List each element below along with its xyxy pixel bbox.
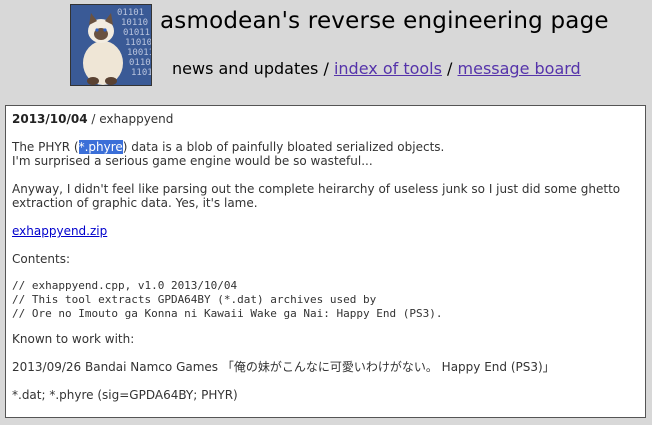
svg-text:11010: 11010 — [125, 38, 151, 48]
post-name: exhappyend — [99, 112, 174, 126]
nav-current: news and updates — [172, 59, 319, 78]
post-text: The PHYR ( — [12, 140, 79, 154]
nav-link-message-board[interactable]: message board — [458, 59, 581, 78]
cat-logo-image: 01101 10110 01011 11010 10011 01101 1101… — [71, 5, 151, 85]
top-nav: news and updates / index of tools / mess… — [172, 59, 581, 78]
post-heading-separator: / — [87, 112, 100, 126]
svg-text:10110: 10110 — [121, 18, 148, 28]
nav-separator: / — [318, 59, 334, 78]
known-label: Known to work with: — [12, 332, 135, 346]
download-line: exhappyend.zip — [12, 224, 107, 238]
game-entry: 2013/09/26 Bandai Namco Games 「俺の妹がこんなに可… — [12, 360, 555, 374]
code-line: // Ore no Imouto ga Konna ni Kawaii Wake… — [12, 307, 443, 320]
post-paragraph-1-line-1: The PHYR (*.phyre) data is a blob of pai… — [12, 140, 444, 154]
header: 01101 10110 01011 11010 10011 01101 1101… — [0, 0, 652, 100]
post-date: 2013/10/04 — [12, 112, 88, 126]
supported-formats: *.dat; *.phyre (sig=GPDA64BY; PHYR) — [12, 388, 238, 402]
site-title: asmodean's reverse engineering page — [160, 8, 609, 34]
svg-text:01101: 01101 — [117, 8, 144, 18]
post-paragraph-2-line-1: Anyway, I didn't feel like parsing out t… — [12, 182, 621, 196]
code-line: // exhappyend.cpp, v1.0 2013/10/04 — [12, 279, 238, 292]
svg-text:01011: 01011 — [123, 28, 150, 38]
code-line: // This tool extracts GPDA64BY (*.dat) a… — [12, 293, 377, 306]
news-post: 2013/10/04 / exhappyend The PHYR (*.phyr… — [5, 105, 646, 418]
download-link[interactable]: exhappyend.zip — [12, 224, 107, 238]
svg-text:10011: 10011 — [127, 48, 151, 58]
post-text: ) data is a blob of painfully bloated se… — [122, 140, 445, 154]
contents-label: Contents: — [12, 252, 71, 266]
nav-link-tools[interactable]: index of tools — [334, 59, 442, 78]
post-heading: 2013/10/04 / exhappyend — [12, 112, 173, 126]
svg-text:11011: 11011 — [131, 68, 151, 78]
post-paragraph-1-line-2: I'm surprised a serious game engine woul… — [12, 154, 373, 168]
site-logo: 01101 10110 01011 11010 10011 01101 1101… — [70, 4, 152, 86]
svg-text:01101: 01101 — [129, 58, 151, 68]
nav-separator: / — [441, 59, 458, 78]
post-paragraph-2-line-2: extraction of graphic data. Yes, it's la… — [12, 196, 258, 210]
selected-text[interactable]: *.phyre — [78, 140, 123, 154]
